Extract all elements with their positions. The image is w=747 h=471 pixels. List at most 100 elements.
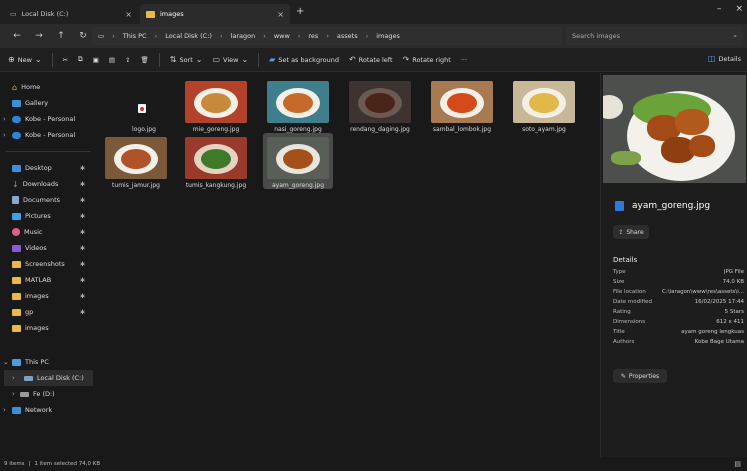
file-name: logo.jpg <box>132 126 156 133</box>
image-file-icon <box>138 104 146 113</box>
more-button[interactable]: ··· <box>461 56 467 64</box>
sidebar-item-onedrive-1[interactable]: › Kobe - Personal <box>0 111 97 127</box>
sort-button[interactable]: ⇅ Sort ⌄ <box>170 55 203 64</box>
file-item-selected[interactable]: ayam_goreng.jpg <box>263 133 333 189</box>
chevron-down-icon[interactable]: ⌄ <box>3 358 9 366</box>
sidebar-item-this-pc[interactable]: ⌄ This PC <box>0 354 97 370</box>
sidebar-item-onedrive-2[interactable]: › Kobe - Personal <box>0 127 97 143</box>
thumbnail <box>267 81 329 123</box>
sidebar-item-gallery[interactable]: Gallery <box>0 95 97 111</box>
chevron-down-icon: ⌄ <box>241 55 249 64</box>
search-icon[interactable]: ⌕ <box>733 32 737 41</box>
chevron-down-icon: ⌄ <box>195 55 203 64</box>
new-tab-button[interactable]: + <box>296 6 304 17</box>
sidebar-item-local-disk[interactable]: › Local Disk (C:) <box>4 370 93 386</box>
rename-icon[interactable]: ▤ <box>109 56 115 64</box>
sidebar-item-screenshots[interactable]: Screenshots ✱ <box>0 256 97 272</box>
new-button[interactable]: ⊕ New ⌄ <box>8 55 42 64</box>
forward-icon[interactable]: → <box>28 31 50 41</box>
view-button[interactable]: ▭ View ⌄ <box>212 55 248 64</box>
chevron-right-icon[interactable]: › <box>3 406 6 414</box>
chevron-right-icon[interactable]: › <box>3 115 6 123</box>
refresh-icon[interactable]: ↻ <box>72 31 94 41</box>
folder-icon <box>12 324 21 332</box>
address-bar[interactable]: ▭ › This PC › Local Disk (C:) › laragon … <box>92 27 562 45</box>
search-box[interactable]: Search images ⌕ <box>566 27 743 45</box>
set-background-button[interactable]: ▰ Set as background <box>269 55 339 64</box>
file-item[interactable]: mie_goreng.jpg <box>181 77 251 133</box>
breadcrumb-laragon[interactable]: laragon <box>231 32 256 40</box>
file-item[interactable]: sambal_lombok.jpg <box>427 77 497 133</box>
chevron-right-icon[interactable]: › <box>3 131 6 139</box>
sidebar-item-downloads[interactable]: ↓ Downloads ✱ <box>0 176 97 192</box>
rotate-right-button[interactable]: ↷ Rotate right <box>403 55 451 64</box>
properties-button[interactable]: ✎ Properties <box>613 369 667 383</box>
sidebar-item-music[interactable]: Music ✱ <box>0 224 97 240</box>
file-item[interactable]: nasi_goreng.jpg <box>263 77 333 133</box>
more-label: ··· <box>460 55 468 64</box>
tab-local-disk[interactable]: ▭ Local Disk (C:) × <box>4 4 138 24</box>
chevron-right-icon: › <box>154 32 158 40</box>
breadcrumb-this-pc[interactable]: This PC <box>123 32 147 40</box>
paste-icon[interactable]: ▣ <box>93 56 99 64</box>
sidebar-item-gp[interactable]: gp ✱ <box>0 304 97 320</box>
rotate-left-button[interactable]: ↶ Rotate left <box>349 55 393 64</box>
sidebar-item-label: Documents <box>23 196 61 204</box>
up-icon[interactable]: ↑ <box>50 31 72 41</box>
detail-value[interactable]: 5 Stars <box>725 309 744 319</box>
toolbar-divider <box>51 52 53 67</box>
download-icon: ↓ <box>12 179 19 189</box>
breadcrumb-res[interactable]: res <box>308 32 318 40</box>
back-icon[interactable]: ← <box>6 31 28 41</box>
file-item[interactable]: tumis_jamur.jpg <box>101 133 171 189</box>
file-name: sambal_lombok.jpg <box>432 126 492 133</box>
sidebar-item-images-2[interactable]: images <box>0 320 97 336</box>
close-tab-icon[interactable]: × <box>125 10 132 19</box>
breadcrumb-www[interactable]: www <box>274 32 290 40</box>
file-item[interactable]: rendang_daging.jpg <box>345 77 415 133</box>
detail-key: Authors <box>613 339 635 345</box>
sidebar-item-matlab[interactable]: MATLAB ✱ <box>0 272 97 288</box>
breadcrumb-assets[interactable]: assets <box>337 32 358 40</box>
sidebar-item-pictures[interactable]: Pictures ✱ <box>0 208 97 224</box>
breadcrumb-images[interactable]: images <box>376 32 400 40</box>
sidebar-item-videos[interactable]: Videos ✱ <box>0 240 97 256</box>
detail-value[interactable]: Kobe Bage Utama <box>695 339 744 349</box>
cloud-icon <box>12 115 21 123</box>
minimize-icon[interactable]: – <box>717 4 722 14</box>
share-icon[interactable]: ⇪ <box>125 56 130 64</box>
rotate-left-icon: ↶ <box>348 55 356 64</box>
navigation-pane: ⌂ Home Gallery › Kobe - Personal › Kobe … <box>0 73 97 457</box>
sidebar-item-network[interactable]: › Network <box>0 402 97 418</box>
file-item[interactable]: tumis_kangkung.jpg <box>181 133 251 189</box>
sidebar-item-documents[interactable]: Documents ✱ <box>0 192 97 208</box>
close-window-icon[interactable]: × <box>735 4 743 14</box>
close-tab-icon[interactable]: × <box>277 10 284 19</box>
breadcrumb-local-disk[interactable]: Local Disk (C:) <box>165 32 212 40</box>
food-shape <box>201 148 231 169</box>
chevron-right-icon[interactable]: › <box>12 390 15 398</box>
delete-icon[interactable]: 🗑 <box>140 56 148 64</box>
copy-icon[interactable]: ⧉ <box>78 55 83 64</box>
chevron-right-icon[interactable]: › <box>12 374 15 382</box>
file-item[interactable]: logo.jpg <box>109 77 179 133</box>
sidebar-item-label: images <box>25 292 49 300</box>
sidebar-item-fe-drive[interactable]: › Fe (D:) <box>0 386 97 402</box>
details-pane-button[interactable]: ◫ Details <box>708 54 741 63</box>
details-pane: ayam_goreng.jpg ⇪ Share Details Type JPG … <box>600 73 747 457</box>
detail-row: File location C:\laragon\www\res\assets\i… <box>613 289 744 299</box>
selection-info: 1 item selected 74,0 KB <box>34 461 101 467</box>
sidebar-item-home[interactable]: ⌂ Home <box>0 79 97 95</box>
view-mode-icon[interactable]: ▤ <box>734 460 741 468</box>
detail-value[interactable]: ayam goreng lengkuas <box>681 329 744 339</box>
pin-icon: ✱ <box>79 164 85 172</box>
cut-icon[interactable]: ✂ <box>63 56 68 64</box>
search-input[interactable]: Search images <box>572 32 733 40</box>
file-item[interactable]: soto_ayam.jpg <box>509 77 579 133</box>
sidebar-item-desktop[interactable]: Desktop ✱ <box>0 160 97 176</box>
pin-icon: ✱ <box>79 196 85 204</box>
chevron-right-icon: › <box>112 32 115 40</box>
sidebar-item-images-1[interactable]: images ✱ <box>0 288 97 304</box>
tab-images[interactable]: images × <box>140 4 290 24</box>
share-button[interactable]: ⇪ Share <box>613 225 649 239</box>
